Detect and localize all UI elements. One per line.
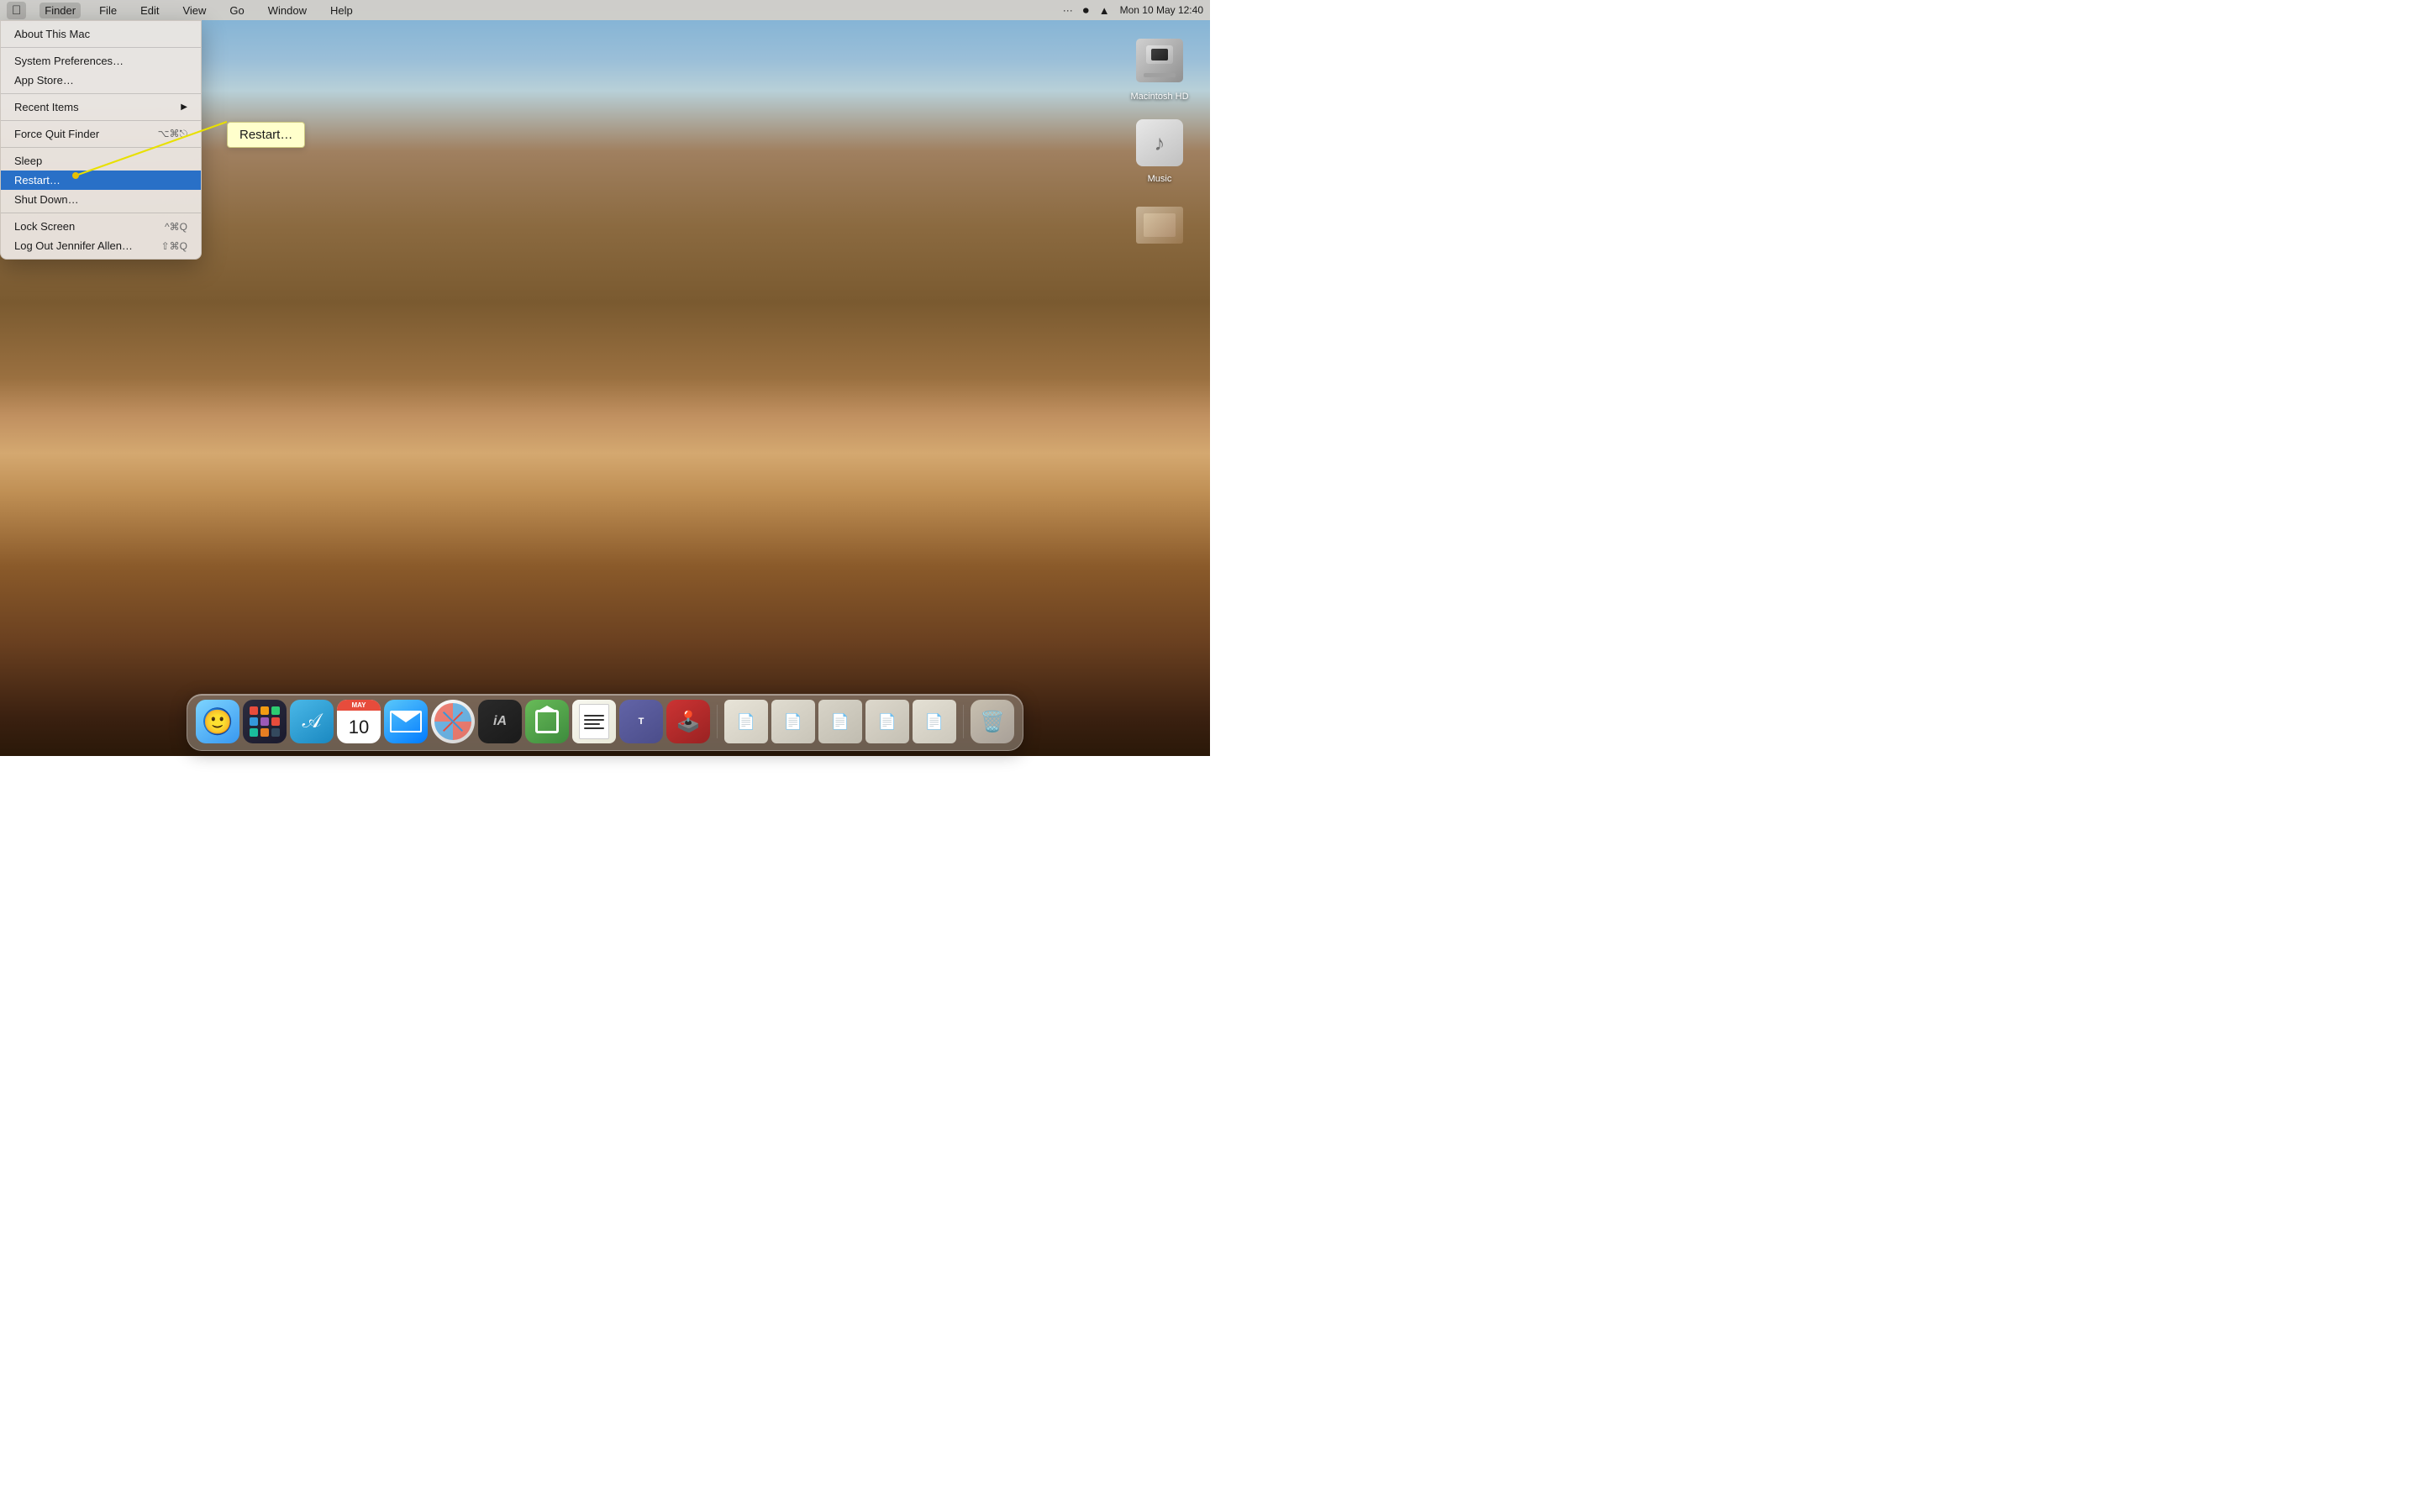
dock-calendar[interactable]: MAY 10	[337, 700, 381, 743]
menu-recent-items[interactable]: Recent Items ▶	[1, 97, 201, 117]
dock-mail[interactable]	[384, 700, 428, 743]
dock-ia-writer[interactable]: iA	[478, 700, 522, 743]
dock: 🔵 🙂 𝒜 MAY 10	[187, 694, 1023, 751]
menu-separator-2	[1, 93, 201, 94]
desktop-icon-macintosh-hd[interactable]: Macintosh HD	[1126, 34, 1193, 102]
menu-sleep[interactable]: Sleep	[1, 151, 201, 171]
restart-tooltip: Restart…	[227, 122, 305, 148]
menu-about-this-mac[interactable]: About This Mac	[1, 24, 201, 44]
dock-separator-2	[963, 705, 964, 738]
menu-separator-3	[1, 120, 201, 121]
force-quit-shortcut: ⌥⌘⎋	[158, 128, 187, 140]
dock-keka[interactable]	[525, 700, 569, 743]
desktop-icons-area: Macintosh HD ♪ Music	[1126, 34, 1193, 257]
menu-force-quit[interactable]: Force Quit Finder ⌥⌘⎋	[1, 124, 201, 144]
music-label: Music	[1144, 173, 1176, 185]
menubar-file[interactable]: File	[94, 3, 122, 18]
menubar:  Finder File Edit View Go Window Help ·…	[0, 0, 1210, 20]
menubar-finder[interactable]: Finder	[39, 3, 81, 18]
dock-launchpad[interactable]	[243, 700, 287, 743]
menu-restart[interactable]: Restart…	[1, 171, 201, 190]
dock-preview-1[interactable]: 📄	[724, 700, 768, 743]
dock-teams[interactable]: T	[619, 700, 663, 743]
apple-menu-trigger[interactable]: 	[7, 2, 26, 19]
menu-lock-screen[interactable]: Lock Screen ^⌘Q	[1, 217, 201, 236]
menu-separator-4	[1, 147, 201, 148]
menu-shut-down[interactable]: Shut Down…	[1, 190, 201, 209]
dock-preview-5[interactable]: 📄	[913, 700, 956, 743]
dock-app-store[interactable]: 𝒜	[290, 700, 334, 743]
apple-logo-icon: 	[12, 3, 21, 18]
macintosh-hd-label: Macintosh HD	[1127, 91, 1192, 102]
menu-system-preferences[interactable]: System Preferences…	[1, 51, 201, 71]
lock-screen-shortcut: ^⌘Q	[165, 221, 187, 233]
wifi-icon[interactable]: ▲	[1099, 4, 1110, 17]
dock-preview-4[interactable]: 📄	[865, 700, 909, 743]
menubar-help[interactable]: Help	[325, 3, 358, 18]
dock-separator-1	[717, 705, 718, 738]
restart-tooltip-label: Restart…	[239, 128, 292, 142]
menubar-go[interactable]: Go	[224, 3, 249, 18]
menu-log-out[interactable]: Log Out Jennifer Allen… ⇧⌘Q	[1, 236, 201, 255]
dock-finder[interactable]: 🔵 🙂	[196, 700, 239, 743]
menubar-window[interactable]: Window	[263, 3, 312, 18]
dock-textedit[interactable]	[572, 700, 616, 743]
dock-joystick[interactable]: 🕹️	[666, 700, 710, 743]
screen-record-icon[interactable]: ⏺	[1083, 3, 1089, 18]
dock-trash[interactable]: 🗑️	[971, 700, 1014, 743]
image-label	[1156, 255, 1163, 257]
menu-app-store[interactable]: App Store…	[1, 71, 201, 90]
menu-separator-1	[1, 47, 201, 48]
datetime: Mon 10 May 12:40	[1120, 4, 1203, 16]
log-out-shortcut: ⇧⌘Q	[161, 240, 187, 252]
desktop-icon-image[interactable]	[1126, 198, 1193, 257]
control-strip[interactable]: ···	[1063, 4, 1073, 16]
dock-preview-3[interactable]: 📄	[818, 700, 862, 743]
apple-menu: About This Mac System Preferences… App S…	[0, 20, 202, 260]
menubar-edit[interactable]: Edit	[135, 3, 164, 18]
menubar-view[interactable]: View	[177, 3, 211, 18]
dock-preview-2[interactable]: 📄	[771, 700, 815, 743]
desktop-icon-music[interactable]: ♪ Music	[1126, 116, 1193, 185]
recent-items-arrow-icon: ▶	[181, 102, 187, 112]
dock-safari[interactable]	[431, 700, 475, 743]
